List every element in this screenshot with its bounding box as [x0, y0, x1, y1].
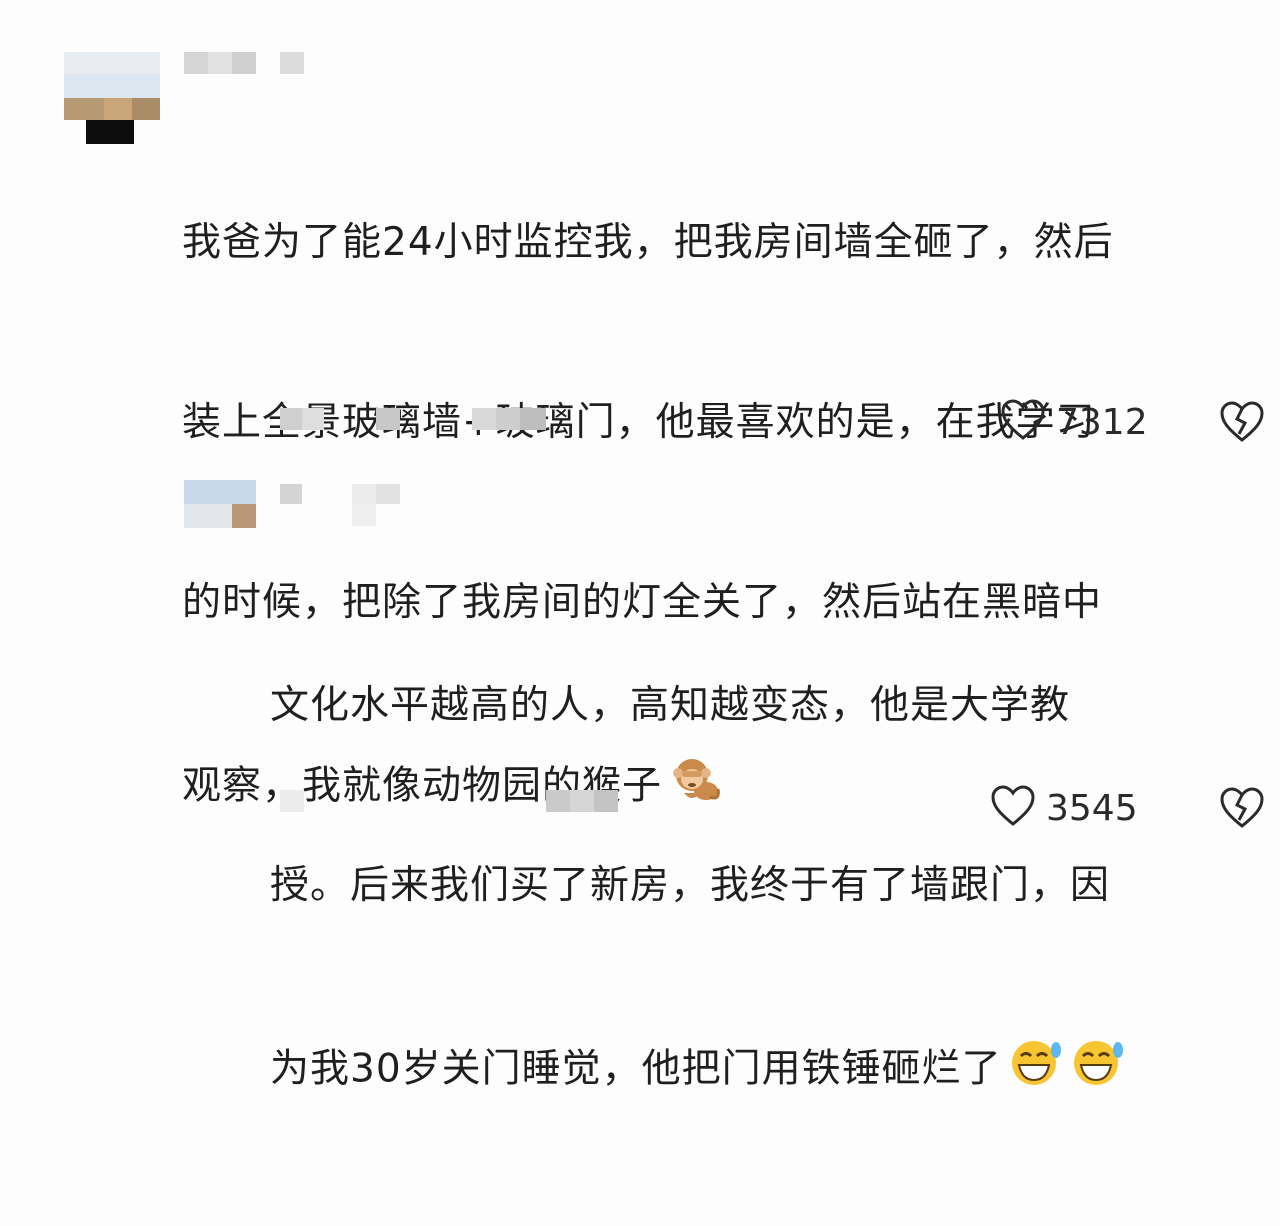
- comment-line: 授。后来我们买了新房，我终于有了墙跟门，因: [270, 863, 1111, 908]
- like-count: 7312: [1056, 401, 1148, 443]
- avatar[interactable]: [64, 52, 160, 144]
- like-button[interactable]: 7312: [1000, 398, 1148, 446]
- like-button[interactable]: 3545: [990, 784, 1138, 832]
- comment-text: 文化水平越高的人，高知越变态，他是大学教 授。后来我们买了新房，我终于有了墙跟门…: [270, 556, 1126, 1226]
- heart-outline-icon[interactable]: [990, 784, 1036, 832]
- broken-heart-icon[interactable]: [1218, 786, 1266, 834]
- laughing-tears-emoji: [1070, 1036, 1126, 1106]
- comment-meta-redacted: [280, 790, 620, 814]
- comment-meta-redacted: [280, 408, 546, 432]
- heart-outline-icon[interactable]: [1000, 398, 1046, 446]
- comment-line: 文化水平越高的人，高知越变态，他是大学教: [270, 683, 1071, 728]
- username-redacted[interactable]: [184, 52, 304, 76]
- like-count: 3545: [1046, 787, 1138, 829]
- comment-line: 为我30岁关门睡觉，他把门用铁锤砸烂了: [270, 1046, 1002, 1092]
- username-redacted[interactable]: [280, 480, 400, 528]
- comment-line: 我爸为了能24小时监控我，把我房间墙全砸了，然后: [182, 220, 1114, 265]
- laughing-tears-emoji: [1008, 1036, 1064, 1106]
- avatar[interactable]: [184, 480, 256, 528]
- broken-heart-icon[interactable]: [1218, 400, 1266, 448]
